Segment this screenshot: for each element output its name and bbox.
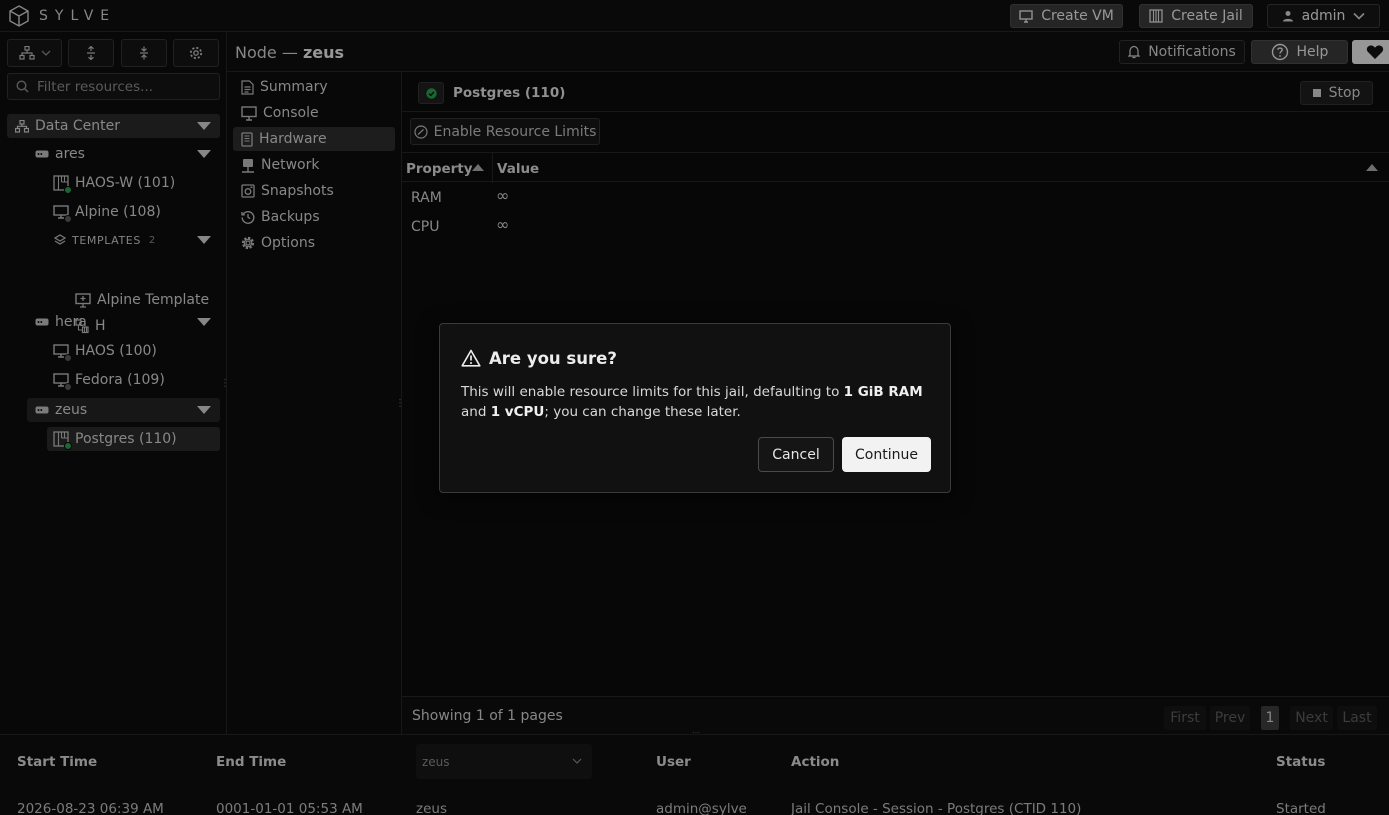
- dialog-text-part: ; you can change these later.: [544, 404, 741, 420]
- cancel-button[interactable]: Cancel: [758, 437, 834, 472]
- dialog-message: This will enable resource limits for thi…: [461, 382, 931, 422]
- dialog-text-part: This will enable resource limits for thi…: [461, 384, 844, 400]
- dialog-cpu-value: 1 vCPU: [490, 404, 545, 420]
- app-root: SYLVE Create VM Create Jail admin Filter…: [0, 0, 1389, 815]
- continue-button[interactable]: Continue: [842, 437, 931, 472]
- warning-triangle-icon: [461, 349, 481, 367]
- dialog-text-part: and: [461, 404, 491, 420]
- dialog-ram-value: 1 GiB RAM: [843, 384, 923, 400]
- confirm-dialog: Are you sure? This will enable resource …: [439, 323, 951, 493]
- dialog-title: Are you sure?: [489, 349, 617, 368]
